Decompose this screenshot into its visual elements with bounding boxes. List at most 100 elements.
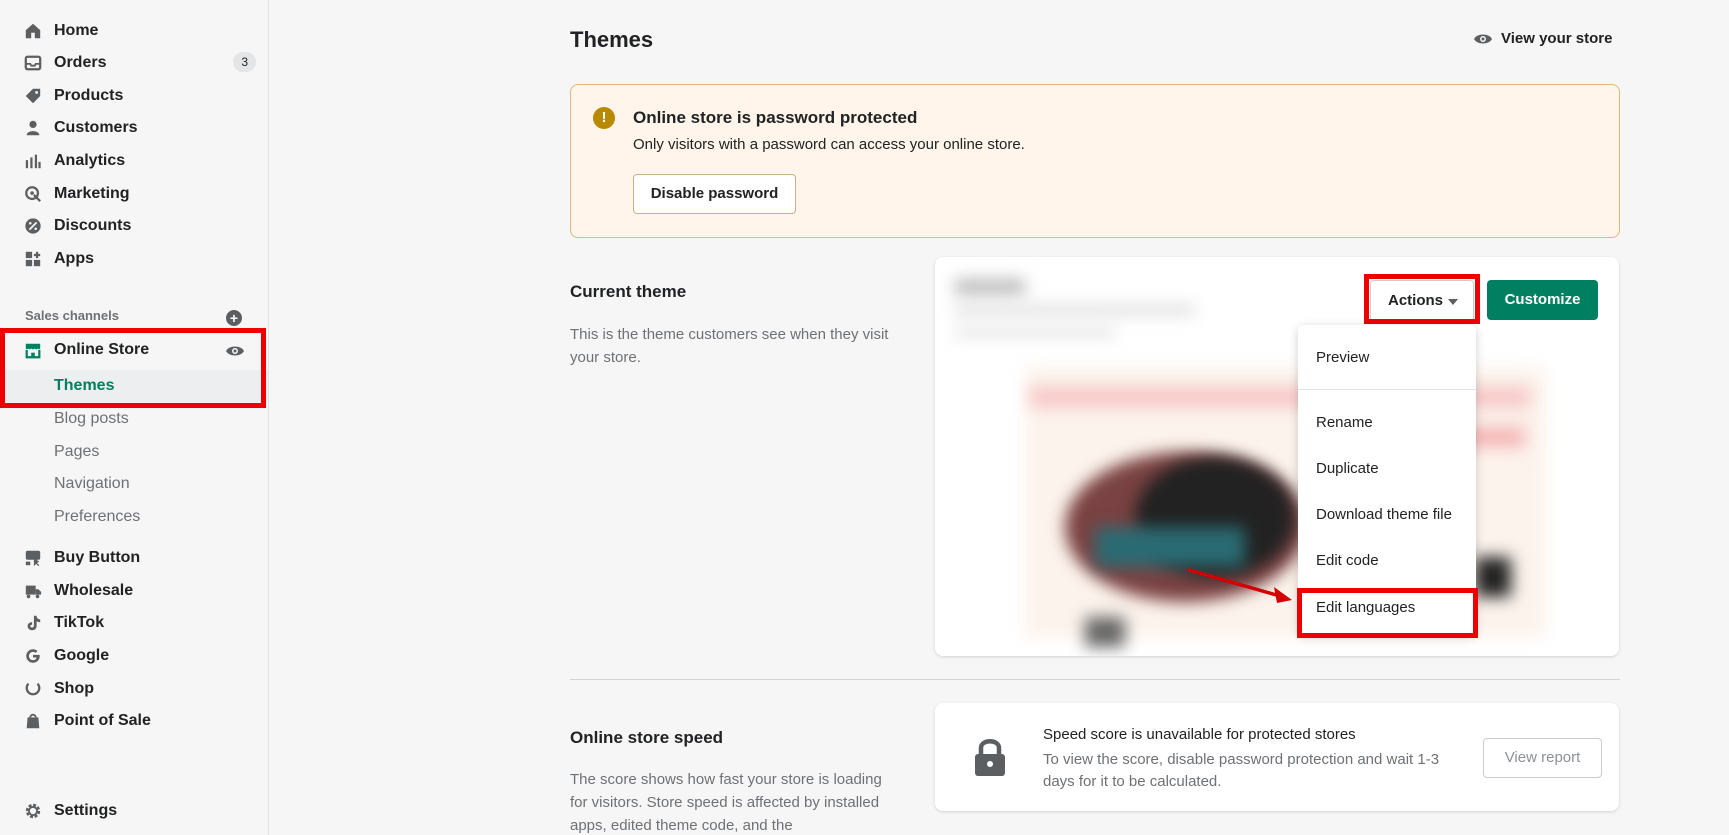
bar-chart-icon: [25, 154, 41, 169]
eye-icon[interactable]: [225, 344, 245, 358]
view-store-label: View your store: [1501, 30, 1613, 47]
sidebar-item-navigation[interactable]: Navigation: [0, 468, 268, 500]
password-banner: ! Online store is password protected Onl…: [570, 84, 1620, 238]
sales-channels-title: Sales channels: [25, 308, 119, 323]
sidebar-item-label: Themes: [54, 377, 115, 394]
eye-icon: [1474, 34, 1492, 43]
sidebar-item-label: Home: [54, 22, 99, 39]
sidebar-item-preferences[interactable]: Preferences: [0, 501, 268, 533]
sidebar: Home Orders 3 Products Customers Analyti…: [0, 0, 269, 835]
google-icon: [26, 649, 40, 663]
speed-card-text: To view the score, disable password prot…: [1043, 751, 1440, 790]
sidebar-item-label: Analytics: [54, 152, 126, 169]
actions-label: Actions: [1388, 292, 1444, 309]
disable-password-button[interactable]: Disable password: [633, 174, 796, 214]
chevron-down-icon: [1448, 299, 1458, 305]
menu-item-edit-code[interactable]: Edit code: [1316, 552, 1379, 569]
sidebar-item-label: Shop: [54, 680, 94, 697]
sidebar-item-products[interactable]: Products: [0, 80, 268, 112]
orders-count-badge: 3: [233, 52, 256, 72]
sidebar-item-marketing[interactable]: Marketing: [0, 178, 268, 210]
sidebar-item-label: Wholesale: [54, 582, 134, 599]
sidebar-item-label: Pages: [54, 443, 100, 460]
sidebar-item-label: Online Store: [54, 341, 150, 358]
marketing-icon: [25, 186, 41, 202]
blurred-theme-preview: [1475, 557, 1511, 597]
sidebar-item-online-store[interactable]: Online Store: [0, 334, 268, 366]
sidebar-item-home[interactable]: Home: [0, 15, 268, 47]
sidebar-item-pages[interactable]: Pages: [0, 436, 268, 468]
lock-icon: [975, 739, 1005, 776]
buy-button-icon: [25, 550, 41, 567]
store-speed-description: The score shows how fast your store is l…: [570, 771, 882, 834]
sidebar-item-label: Point of Sale: [54, 712, 151, 729]
current-theme-title: Current theme: [570, 282, 687, 301]
sidebar-item-tiktok[interactable]: TikTok: [0, 607, 268, 639]
sidebar-item-shop[interactable]: Shop: [0, 673, 268, 705]
banner-text: Only visitors with a password can access…: [633, 136, 1025, 153]
sidebar-item-label: Discounts: [54, 217, 132, 234]
person-icon: [26, 120, 40, 136]
sidebar-item-apps[interactable]: Apps: [0, 243, 268, 275]
sidebar-item-customers[interactable]: Customers: [0, 112, 268, 144]
store-speed-title: Online store speed: [570, 728, 724, 747]
sidebar-item-label: Orders: [54, 54, 107, 71]
blurred-theme-meta: [955, 305, 1195, 315]
view-store-link[interactable]: View your store: [1473, 30, 1612, 47]
speed-score-card: Speed score is unavailable for protected…: [935, 703, 1619, 811]
sidebar-item-label: Apps: [54, 250, 94, 267]
sidebar-item-label: Customers: [54, 119, 138, 136]
discount-icon: [25, 218, 41, 234]
sidebar-item-label: Settings: [54, 802, 118, 819]
customize-button[interactable]: Customize: [1487, 280, 1598, 320]
apps-icon: [25, 251, 41, 267]
sidebar-item-discounts[interactable]: Discounts: [0, 210, 268, 242]
view-report-button[interactable]: View report: [1483, 738, 1602, 778]
menu-item-edit-languages[interactable]: Edit languages: [1316, 599, 1415, 616]
blurred-theme-name: [955, 279, 1025, 295]
page-title: Themes: [570, 27, 654, 52]
shop-icon: [25, 682, 41, 696]
tiktok-icon: [27, 615, 41, 631]
banner-title: Online store is password protected: [633, 108, 918, 127]
home-icon: [25, 23, 41, 39]
sidebar-item-label: Buy Button: [54, 549, 141, 566]
sidebar-item-themes[interactable]: Themes: [0, 370, 268, 402]
actions-button[interactable]: Actions: [1370, 280, 1474, 322]
add-channel-icon[interactable]: +: [226, 310, 242, 326]
menu-item-download-theme-file[interactable]: Download theme file: [1316, 506, 1452, 523]
section-divider: [570, 679, 1620, 680]
menu-item-duplicate[interactable]: Duplicate: [1316, 460, 1379, 477]
sidebar-item-label: Google: [54, 647, 110, 664]
sidebar-item-google[interactable]: Google: [0, 640, 268, 672]
wholesale-icon: [25, 585, 42, 599]
sidebar-item-label: Blog posts: [54, 410, 129, 427]
blurred-theme-preview: [1085, 617, 1125, 647]
actions-dropdown-menu: Preview Rename Duplicate Download theme …: [1298, 325, 1476, 635]
store-icon: [25, 343, 41, 359]
tag-icon: [25, 88, 41, 104]
sidebar-item-buy-button[interactable]: Buy Button: [0, 542, 268, 574]
speed-card-title: Speed score is unavailable for protected…: [1043, 726, 1356, 743]
menu-item-preview[interactable]: Preview: [1316, 349, 1369, 366]
sidebar-item-blog-posts[interactable]: Blog posts: [0, 403, 268, 435]
sidebar-item-label: TikTok: [54, 614, 105, 631]
sidebar-item-label: Marketing: [54, 185, 130, 202]
sidebar-item-label: Navigation: [54, 475, 130, 492]
pos-icon: [26, 713, 40, 729]
blurred-theme-meta: [955, 327, 1115, 337]
menu-divider: [1298, 389, 1476, 390]
sidebar-item-orders[interactable]: Orders 3: [0, 47, 268, 79]
warning-icon: !: [593, 107, 615, 129]
sidebar-item-analytics[interactable]: Analytics: [0, 145, 268, 177]
gear-icon: [25, 803, 41, 819]
sidebar-item-point-of-sale[interactable]: Point of Sale: [0, 705, 268, 737]
menu-item-rename[interactable]: Rename: [1316, 414, 1373, 431]
annotation-arrow-icon: [1187, 568, 1292, 603]
sidebar-item-label: Preferences: [54, 508, 141, 525]
sidebar-item-settings[interactable]: Settings: [0, 795, 268, 827]
current-theme-description: This is the theme customers see when the…: [570, 326, 889, 366]
sidebar-item-label: Products: [54, 87, 124, 104]
orders-icon: [24, 55, 42, 71]
sidebar-item-wholesale[interactable]: Wholesale: [0, 575, 268, 607]
